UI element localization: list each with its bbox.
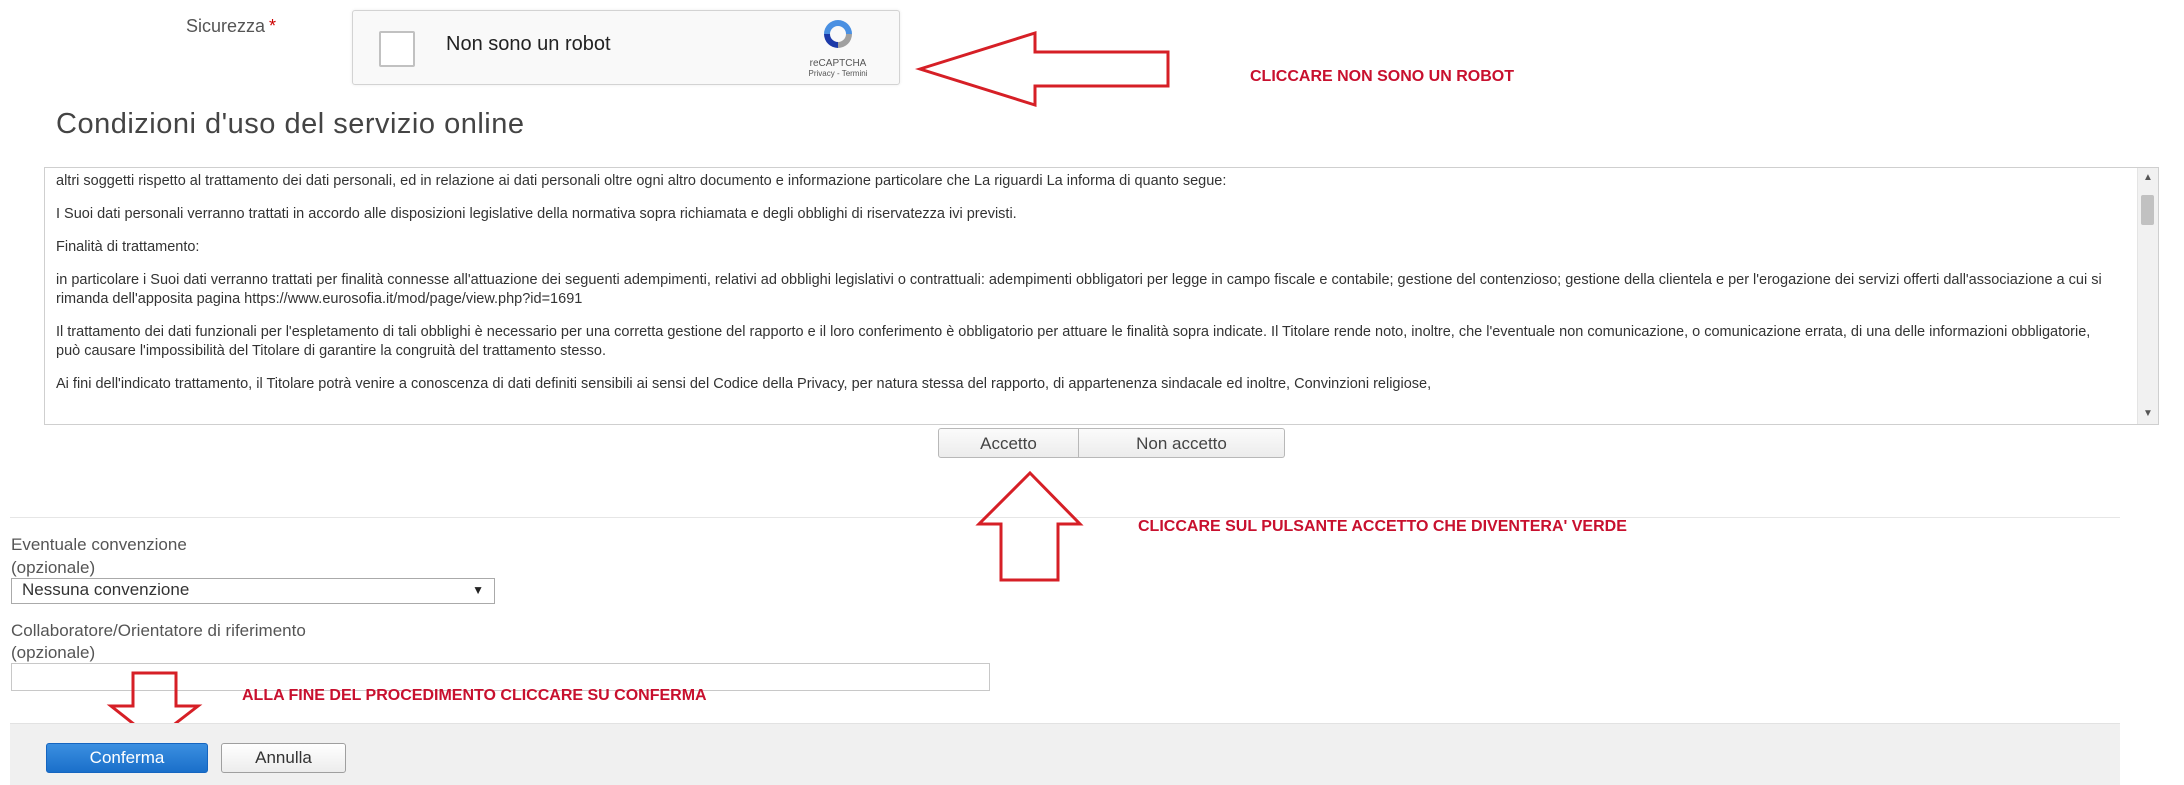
cancel-button[interactable]: Annulla bbox=[221, 743, 346, 773]
confirm-instruction-note: ALLA FINE DEL PROCEDIMENTO CLICCARE SU C… bbox=[242, 687, 707, 704]
down-arrow-icon bbox=[106, 671, 203, 742]
confirm-button[interactable]: Conferma bbox=[46, 743, 208, 773]
